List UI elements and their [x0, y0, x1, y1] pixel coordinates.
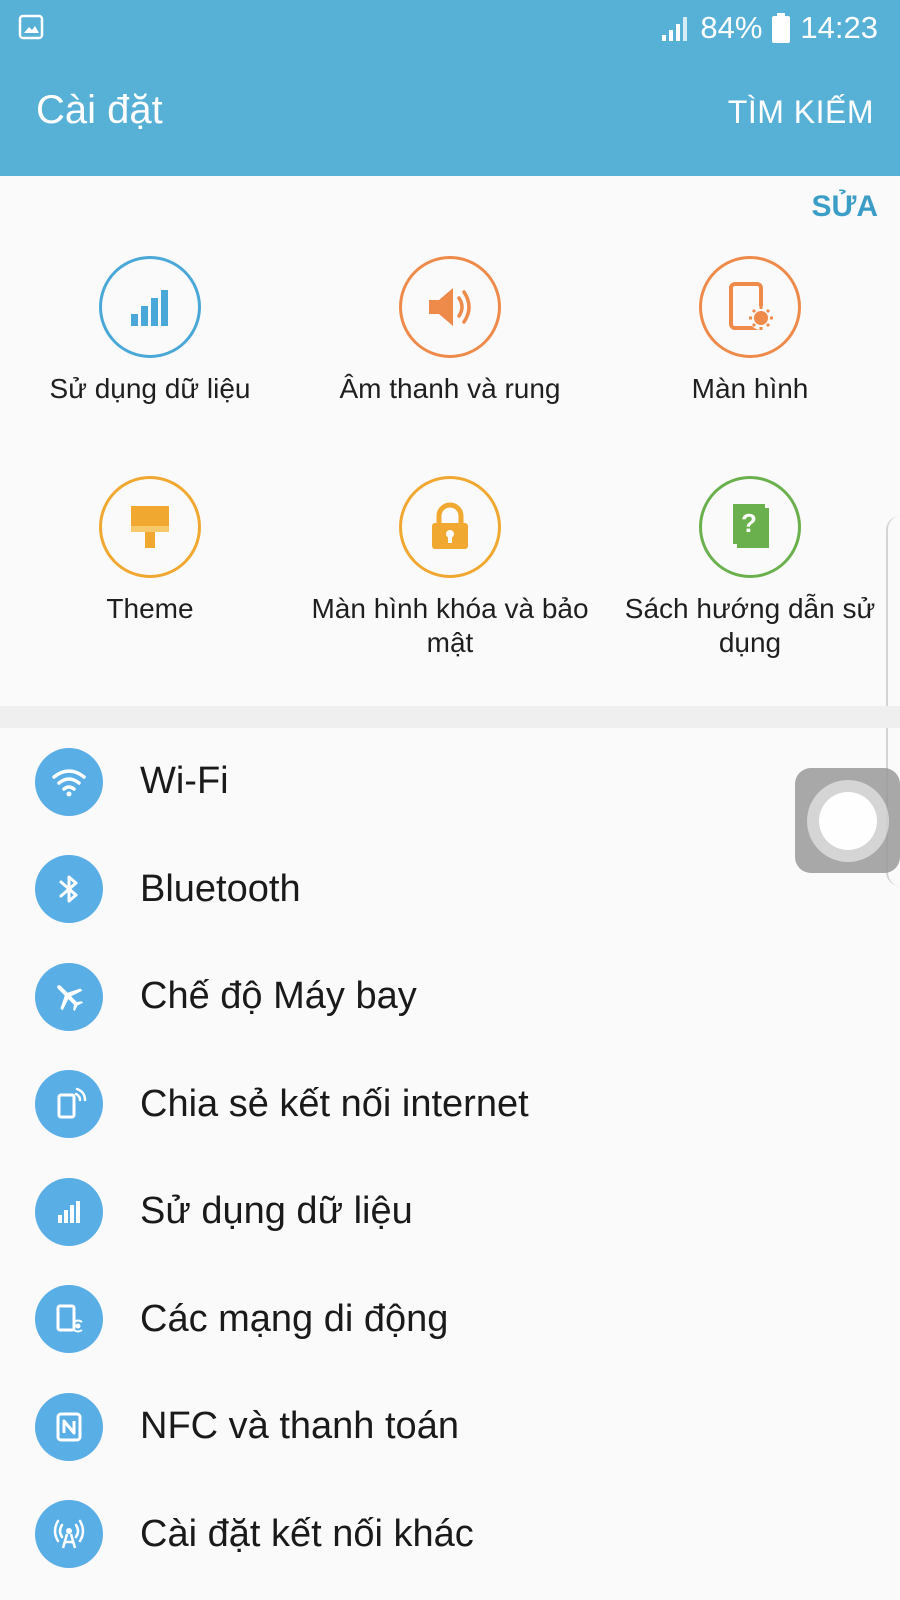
tile-data-usage[interactable]: Sử dụng dữ liệu [0, 256, 300, 406]
lock-icon [399, 476, 501, 578]
tile-display[interactable]: Màn hình [600, 256, 900, 406]
theme-brush-icon [99, 476, 201, 578]
nfc-icon [35, 1392, 103, 1461]
search-button[interactable]: TÌM KIẾM [728, 94, 874, 131]
tile-label: Âm thanh và rung [339, 373, 561, 404]
section-divider [0, 706, 900, 728]
assistant-menu-dot [818, 791, 877, 850]
list-item-mobile-networks[interactable]: Các mạng di động [0, 1266, 900, 1374]
list-item-nfc-payment[interactable]: NFC và thanh toán [0, 1373, 900, 1481]
tile-label: Màn hình [691, 373, 809, 404]
svg-text:?: ? [741, 508, 757, 538]
signal-icon [662, 17, 688, 41]
tile-theme[interactable]: Theme [0, 476, 300, 626]
tile-label: Theme [106, 593, 194, 624]
page-title: Cài đặt [36, 88, 163, 132]
tile-sound-vibration[interactable]: Âm thanh và rung [300, 256, 600, 406]
assistant-menu-button[interactable] [795, 768, 900, 873]
app-bar: 84% 14:23 Cài đặt TÌM KIẾM [0, 0, 900, 176]
status-indicators: 84% 14:23 [660, 8, 878, 48]
wifi-icon [35, 747, 103, 816]
battery-percent: 84% [700, 10, 763, 45]
battery-icon [772, 13, 791, 43]
gallery-notification-icon [18, 14, 44, 40]
list-item-label: Các mạng di động [140, 1297, 449, 1340]
list-item-label: NFC và thanh toán [140, 1405, 459, 1448]
list-item-label: Bluetooth [140, 867, 301, 910]
edit-button[interactable]: SỬA [811, 190, 878, 224]
clock: 14:23 [800, 10, 878, 45]
bluetooth-icon [35, 855, 103, 924]
assistant-menu-ring [806, 779, 889, 862]
status-bar: 84% 14:23 [0, 0, 900, 56]
sound-icon [399, 256, 501, 358]
data-usage-icon [35, 1177, 103, 1246]
more-connections-icon [35, 1500, 103, 1569]
data-usage-icon [99, 256, 201, 358]
display-icon [699, 256, 801, 358]
list-item-hotspot[interactable]: Chia sẻ kết nối internet [0, 1051, 900, 1159]
list-item-label: Sử dụng dữ liệu [140, 1190, 413, 1233]
list-item-wifi[interactable]: Wi-Fi [0, 728, 900, 836]
list-item-airplane-mode[interactable]: Chế độ Máy bay [0, 943, 900, 1051]
list-item-label: Chế độ Máy bay [140, 975, 417, 1018]
list-item-label: Wi-Fi [140, 760, 229, 803]
quick-settings-panel: SỬA Sử dụng dữ liệu Âm thanh và rung Màn… [0, 176, 900, 886]
tile-label: Sách hướng dẫn sử dụng [624, 593, 876, 658]
list-item-bluetooth[interactable]: Bluetooth [0, 836, 900, 944]
list-item-more-connections[interactable]: Cài đặt kết nối khác [0, 1481, 900, 1589]
list-item-label: Cài đặt kết nối khác [140, 1512, 474, 1555]
hotspot-icon [35, 1070, 103, 1139]
tile-lock-security[interactable]: Màn hình khóa và bảo mật [300, 476, 600, 660]
tile-user-manual[interactable]: ? Sách hướng dẫn sử dụng [600, 476, 900, 660]
mobile-network-icon [35, 1285, 103, 1354]
list-item-data-usage[interactable]: Sử dụng dữ liệu [0, 1158, 900, 1266]
airplane-icon [35, 962, 103, 1031]
settings-list: Wi-Fi Bluetooth Chế độ Máy bay Chia sẻ k… [0, 728, 900, 1588]
list-item-label: Chia sẻ kết nối internet [140, 1082, 529, 1125]
tile-label: Màn hình khóa và bảo mật [311, 593, 589, 658]
tile-label: Sử dụng dữ liệu [49, 373, 251, 404]
user-manual-icon: ? [699, 476, 801, 578]
